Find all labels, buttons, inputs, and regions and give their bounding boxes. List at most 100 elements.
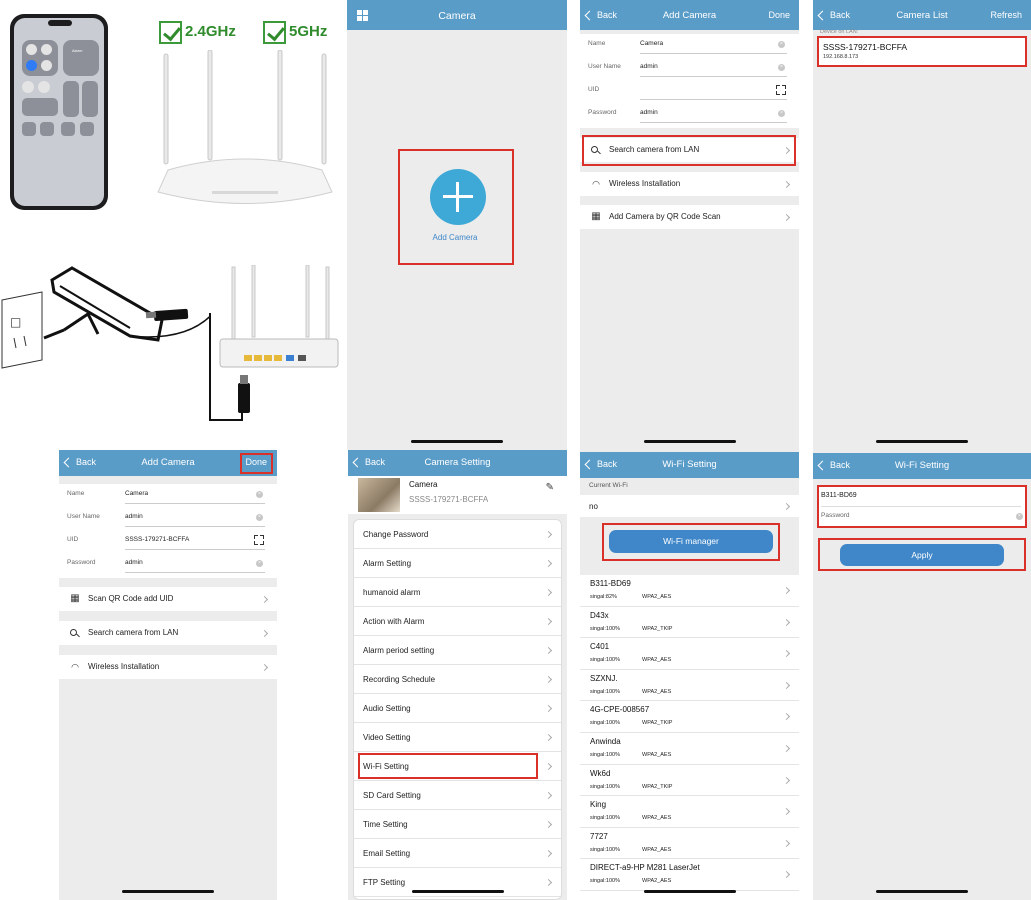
chevron-right-icon (782, 713, 791, 721)
edit-pencil-icon[interactable]: ✎ (546, 482, 554, 493)
wifi-network-item[interactable]: Wk6d singal:100% WPA2_TKIP (580, 764, 799, 797)
scan-frame-icon[interactable] (254, 535, 264, 545)
chevron-right-icon (260, 595, 269, 604)
phone-alarm-label: Alarm (72, 48, 83, 53)
username-field[interactable]: User Name admin × (580, 57, 799, 80)
page-title: Add Camera (662, 10, 717, 21)
home-indicator (411, 890, 504, 893)
name-field[interactable]: Name Camera × (580, 34, 799, 57)
page-title: Camera (438, 10, 476, 22)
wifi-icon: ◠ (71, 662, 79, 672)
chevron-right-icon (544, 849, 553, 858)
wifi-network-item[interactable]: 7727 singal:100% WPA2_AES (580, 827, 799, 860)
refresh-button[interactable]: Refresh (990, 10, 1022, 20)
chevron-right-icon (544, 675, 553, 684)
scan-qr-code-item[interactable]: ▦ Scan QR Code add UID (59, 587, 277, 611)
setting-item-email[interactable]: Email Setting (354, 839, 561, 868)
wifi-network-item[interactable]: C401 singal:100% WPA2_AES (580, 638, 799, 670)
setting-item-time[interactable]: Time Setting (354, 810, 561, 839)
chevron-right-icon (782, 871, 791, 879)
home-indicator (876, 890, 968, 893)
chevron-right-icon (782, 213, 791, 222)
setting-item-sd-card[interactable]: SD Card Setting (354, 781, 561, 810)
current-wifi-label: Current Wi-Fi (589, 482, 628, 489)
wifi-network-item[interactable]: 4G-CPE-008567 singal:100% WPA2_TKIP (580, 701, 799, 733)
router-back-illustration (209, 265, 339, 421)
wifi-network-item[interactable]: King singal:100% WPA2_AES (580, 796, 799, 828)
setting-item-video[interactable]: Video Setting (354, 723, 561, 752)
form-section: Name Camera × User Name admin × UID SSSS… (59, 484, 277, 578)
check-icon (159, 21, 182, 44)
clear-icon[interactable]: × (256, 514, 263, 521)
router-illustration (157, 50, 333, 204)
clear-icon[interactable]: × (256, 491, 263, 498)
setting-item-alarm[interactable]: Alarm Setting (354, 549, 561, 578)
uid-field[interactable]: UID (580, 80, 799, 103)
username-field[interactable]: User Name admin × (59, 507, 277, 530)
setting-item-recording-schedule[interactable]: Recording Schedule (354, 665, 561, 694)
chevron-right-icon (782, 744, 791, 753)
page-title: Wi-Fi Setting (894, 460, 950, 471)
wifi-network-item[interactable]: B311-BD69 singal:82% WPA2_AES (580, 575, 799, 607)
chevron-right-icon (782, 618, 791, 626)
wireless-installation-item[interactable]: ◠ Wireless Installation (580, 172, 799, 196)
highlight-box (602, 523, 780, 561)
camera-home-screen: Camera Add Camera (347, 0, 567, 450)
wifi-network-item[interactable]: D43x singal:100% WPA2_TKIP (580, 606, 799, 639)
chevron-right-icon (782, 808, 791, 816)
chevron-right-icon (782, 681, 791, 689)
add-camera-filled-screen: Back Add Camera Done Name Camera × User … (59, 450, 277, 900)
setting-item-action-with-alarm[interactable]: Action with Alarm (354, 607, 561, 636)
uid-field[interactable]: UID SSSS-179271-BCFFA (59, 530, 277, 553)
password-field[interactable]: Password admin × (59, 553, 277, 576)
chevron-right-icon (782, 502, 791, 511)
wifi-network-item[interactable]: SZXNJ. singal:100% WPA2_AES (580, 669, 799, 702)
qr-code-icon: ▦ (70, 593, 80, 604)
highlight-box (358, 753, 538, 779)
navbar: Back Wi-Fi Setting (580, 452, 799, 478)
chevron-right-icon (260, 629, 269, 638)
page-title: Camera Setting (424, 457, 491, 468)
wifi-network-item[interactable]: Anwinda singal:100% WPA2_AES (580, 733, 799, 765)
setting-item-humanoid-alarm[interactable]: humanoid alarm (354, 578, 561, 607)
password-field[interactable]: Password admin × (580, 103, 799, 126)
chevron-right-icon (544, 762, 553, 771)
band-5ghz-label: 5GHz (289, 23, 328, 40)
setting-item-change-password[interactable]: Change Password (354, 520, 561, 549)
highlight-box (398, 149, 514, 265)
chevron-right-icon (782, 650, 791, 658)
chevron-right-icon (544, 704, 553, 713)
done-button[interactable]: Done (768, 10, 790, 20)
scan-frame-icon[interactable] (776, 85, 786, 95)
camera-illustration (43, 266, 210, 342)
highlight-box (817, 36, 1027, 67)
navbar: Camera (347, 0, 567, 30)
navbar: Back Camera Setting (348, 450, 567, 476)
highlight-box (240, 453, 273, 474)
chevron-right-icon (782, 839, 791, 847)
qr-code-scan-item[interactable]: ▦ Add Camera by QR Code Scan (580, 205, 799, 229)
clear-icon[interactable]: × (256, 560, 263, 567)
home-indicator (411, 440, 503, 443)
current-wifi-row[interactable]: no (580, 495, 799, 517)
settings-list: Change Password Alarm Setting humanoid a… (353, 519, 562, 900)
chevron-right-icon (544, 646, 553, 655)
wifi-network-item[interactable]: DIRECT-a9-HP M281 LaserJet singal:100% WPA… (580, 859, 799, 891)
chevron-right-icon (544, 588, 553, 597)
chevron-right-icon (544, 733, 553, 742)
section-header: Device on LAN: (820, 29, 859, 35)
setting-item-audio[interactable]: Audio Setting (354, 694, 561, 723)
name-field[interactable]: Name Camera × (59, 484, 277, 507)
chevron-right-icon (782, 776, 791, 784)
chevron-right-icon (544, 617, 553, 626)
camera-list-screen: Back Camera List Refresh Device on LAN: … (813, 0, 1031, 450)
setting-item-alarm-period[interactable]: Alarm period setting (354, 636, 561, 665)
chevron-right-icon (782, 586, 791, 595)
wireless-installation-item[interactable]: ◠ Wireless Installation (59, 655, 277, 679)
clear-icon[interactable]: × (778, 110, 785, 117)
highlight-box (818, 538, 1026, 571)
clear-icon[interactable]: × (778, 64, 785, 71)
clear-icon[interactable]: × (778, 41, 785, 48)
search-lan-item[interactable]: Search camera from LAN (59, 621, 277, 645)
highlight-box (582, 135, 796, 166)
